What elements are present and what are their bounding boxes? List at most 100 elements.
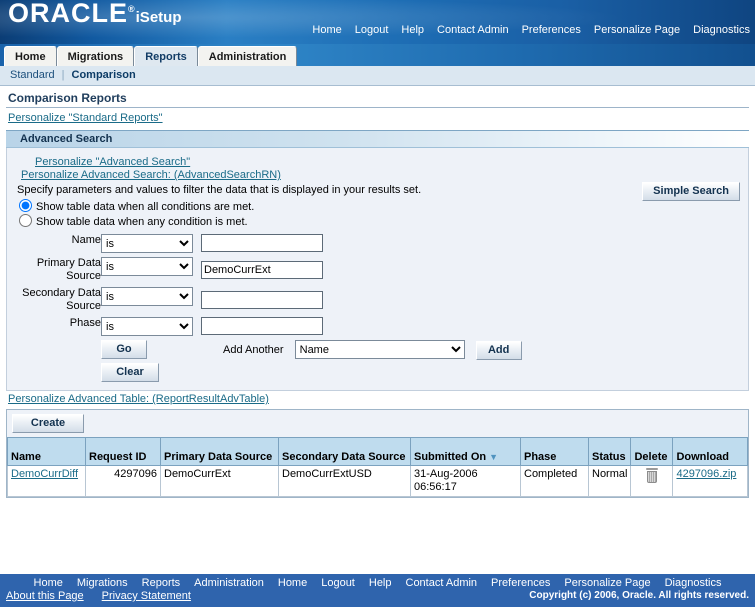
- global-nav-logout[interactable]: Logout: [355, 24, 389, 36]
- column-header-request-id[interactable]: Request ID: [85, 437, 161, 466]
- advanced-search-description: Specify parameters and values to filter …: [17, 184, 422, 196]
- criteria-row-phase: Phase is: [15, 315, 522, 338]
- sub-navigation-bar: Standard | Comparison: [0, 66, 755, 86]
- create-toolbar: Create: [7, 410, 748, 437]
- criteria-row-secondary-data-source: Secondary Data Source is: [15, 285, 522, 315]
- operator-select-name[interactable]: is: [101, 234, 193, 253]
- footer-link-help[interactable]: Help: [369, 577, 392, 589]
- criteria-label-primary-data-source: Primary Data Source: [36, 257, 101, 282]
- page-title: Comparison Reports: [6, 86, 749, 108]
- table-row: DemoCurrDiff 4297096 DemoCurrExt DemoCur…: [7, 465, 748, 497]
- criteria-label-name: Name: [71, 234, 101, 246]
- cell-phase: Completed: [520, 465, 589, 497]
- criteria-label-phase: Phase: [69, 317, 101, 329]
- personalize-advanced-table-link[interactable]: Personalize Advanced Table: (ReportResul…: [8, 393, 269, 405]
- tab-migrations[interactable]: Migrations: [56, 46, 135, 66]
- column-header-primary-data-source[interactable]: Primary Data Source: [160, 437, 279, 466]
- page-footer: Home Migrations Reports Administration Home L…: [0, 574, 755, 607]
- cell-submitted-on: 31-Aug-2006 06:56:17: [410, 465, 521, 497]
- go-button[interactable]: Go: [101, 340, 147, 359]
- column-header-secondary-data-source[interactable]: Secondary Data Source: [278, 437, 411, 466]
- advanced-search-header: Advanced Search: [6, 130, 749, 148]
- criteria-value-cell-secondary: [201, 285, 522, 315]
- results-header-row: Name Request ID Primary Data Source Seco…: [7, 437, 748, 466]
- column-header-name[interactable]: Name: [7, 437, 86, 466]
- go-clear-cell: Go Clear: [101, 338, 201, 384]
- footer-link-home-2[interactable]: Home: [278, 577, 307, 589]
- page-content: Comparison Reports Personalize "Standard…: [0, 86, 755, 498]
- cell-request-id: 4297096: [85, 465, 161, 497]
- sort-descending-icon: ▼: [489, 452, 499, 462]
- footer-link-logout[interactable]: Logout: [321, 577, 355, 589]
- footer-link-preferences[interactable]: Preferences: [491, 577, 550, 589]
- subnav-separator: |: [61, 69, 65, 81]
- subnav-standard[interactable]: Standard: [10, 69, 55, 81]
- add-button[interactable]: Add: [475, 340, 522, 360]
- actions-spacer: [15, 338, 101, 384]
- footer-link-administration[interactable]: Administration: [194, 577, 264, 589]
- match-any-conditions-row: Show table data when any condition is me…: [17, 214, 740, 228]
- tab-administration[interactable]: Administration: [197, 46, 298, 66]
- match-all-conditions-row: Show table data when all conditions are …: [17, 199, 740, 213]
- trash-icon[interactable]: [645, 468, 659, 483]
- criteria-label-secondary-data-source: Secondary Data Source: [22, 287, 101, 312]
- value-input-name[interactable]: [201, 234, 323, 252]
- match-all-label: Show table data when all conditions are …: [36, 201, 255, 213]
- criteria-row-primary-data-source: Primary Data Source is: [15, 255, 522, 285]
- operator-select-primary-data-source[interactable]: is: [101, 257, 193, 276]
- personalize-table-row: Personalize Advanced Table: (ReportResul…: [6, 391, 749, 407]
- search-actions-row: Go Clear Add Another Name Add: [15, 338, 522, 384]
- subnav-comparison[interactable]: Comparison: [72, 69, 136, 81]
- column-header-status[interactable]: Status: [587, 437, 632, 466]
- footer-link-migrations[interactable]: Migrations: [77, 577, 128, 589]
- logo-product-name: iSetup: [135, 9, 182, 26]
- personalize-advanced-search-link[interactable]: Personalize "Advanced Search": [21, 156, 740, 169]
- value-input-secondary-data-source[interactable]: [201, 291, 323, 309]
- add-another-select[interactable]: Name: [294, 340, 465, 359]
- about-this-page-link[interactable]: About this Page: [6, 590, 84, 602]
- footer-links-row: Home Migrations Reports Administration Home L…: [0, 577, 755, 589]
- footer-link-diagnostics[interactable]: Diagnostics: [665, 577, 722, 589]
- operator-select-secondary-data-source[interactable]: is: [101, 287, 193, 306]
- criteria-operator-cell-name: is: [101, 232, 201, 255]
- global-nav-diagnostics[interactable]: Diagnostics: [693, 24, 750, 36]
- global-navigation: Home Logout Help Contact Admin Preferences Pe…: [299, 24, 750, 36]
- clear-button[interactable]: Clear: [101, 363, 159, 382]
- footer-link-reports[interactable]: Reports: [142, 577, 181, 589]
- footer-link-home[interactable]: Home: [34, 577, 63, 589]
- global-nav-help[interactable]: Help: [401, 24, 424, 36]
- column-header-phase[interactable]: Phase: [520, 437, 589, 466]
- tab-home[interactable]: Home: [4, 46, 57, 66]
- cell-secondary-data-source: DemoCurrExtUSD: [278, 465, 411, 497]
- cell-name: DemoCurrDiff: [7, 465, 86, 497]
- global-nav-preferences[interactable]: Preferences: [522, 24, 581, 36]
- column-header-download: Download: [672, 437, 748, 466]
- main-tab-bar: Home Migrations Reports Administration: [0, 44, 755, 66]
- global-nav-contact-admin[interactable]: Contact Admin: [437, 24, 509, 36]
- simple-search-button[interactable]: Simple Search: [642, 182, 740, 201]
- column-header-submitted-on[interactable]: Submitted On ▼: [410, 437, 521, 466]
- footer-link-personalize-page[interactable]: Personalize Page: [564, 577, 650, 589]
- operator-select-phase[interactable]: is: [101, 317, 193, 336]
- report-name-link[interactable]: DemoCurrDiff: [11, 468, 78, 480]
- match-all-radio[interactable]: [19, 199, 32, 212]
- criteria-operator-cell-phase: is: [101, 315, 201, 338]
- global-nav-personalize-page[interactable]: Personalize Page: [594, 24, 680, 36]
- download-zip-link[interactable]: 4297096.zip: [676, 468, 736, 480]
- value-input-phase[interactable]: [201, 317, 323, 335]
- global-nav-home[interactable]: Home: [312, 24, 341, 36]
- privacy-statement-link[interactable]: Privacy Statement: [102, 590, 191, 602]
- personalize-standard-reports-link[interactable]: Personalize "Standard Reports": [8, 112, 163, 124]
- value-input-primary-data-source[interactable]: [201, 261, 323, 279]
- results-table-head: Name Request ID Primary Data Source Seco…: [7, 437, 748, 466]
- match-any-label: Show table data when any condition is me…: [36, 216, 248, 228]
- match-any-radio[interactable]: [19, 214, 32, 227]
- tab-reports[interactable]: Reports: [134, 46, 198, 66]
- footer-link-contact-admin[interactable]: Contact Admin: [406, 577, 478, 589]
- criteria-value-cell-phase: [201, 315, 522, 338]
- advanced-search-personalize-links: Personalize "Advanced Search" Personaliz…: [15, 156, 740, 182]
- personalize-standard-reports-row: Personalize "Standard Reports": [6, 111, 749, 124]
- add-another-cell: Add Another Name Add: [201, 338, 522, 384]
- personalize-advanced-search-rn-link[interactable]: Personalize Advanced Search: (AdvancedSe…: [21, 169, 740, 182]
- create-button[interactable]: Create: [12, 414, 84, 433]
